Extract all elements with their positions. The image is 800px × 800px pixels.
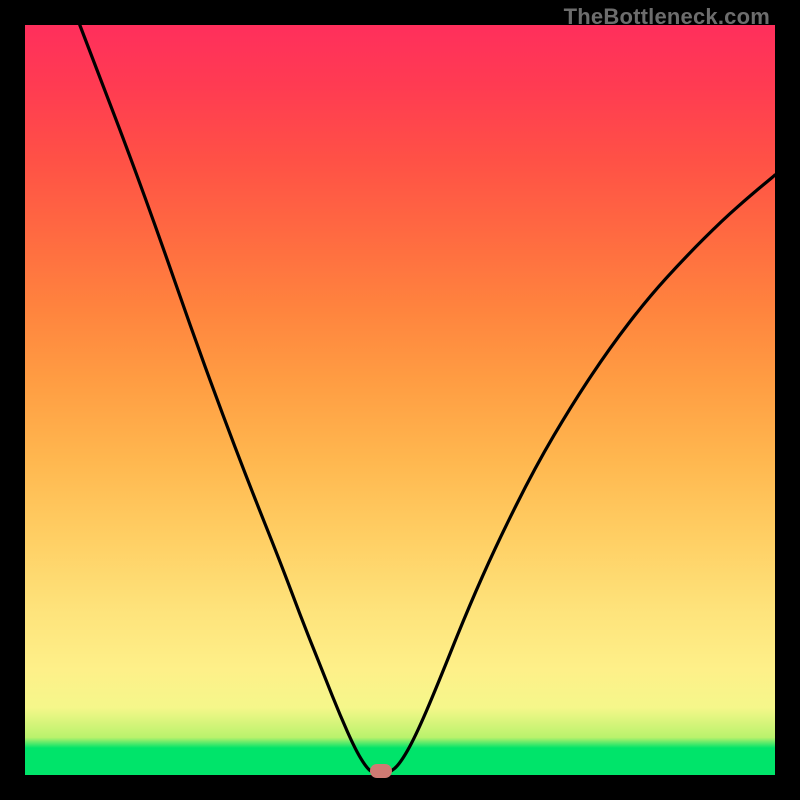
plot-area [25, 25, 775, 775]
bottleneck-marker [370, 764, 392, 778]
bottleneck-curve [25, 25, 775, 775]
chart-frame: TheBottleneck.com [0, 0, 800, 800]
